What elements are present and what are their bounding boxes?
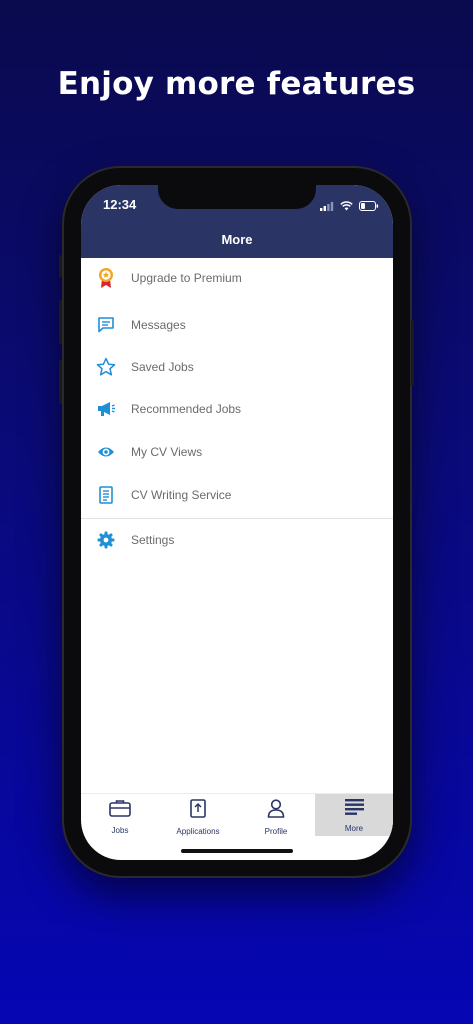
menu-item-label: Upgrade to Premium	[131, 271, 242, 285]
person-icon	[267, 799, 285, 823]
more-menu: Upgrade to Premium Messages Saved Jobs R…	[81, 258, 393, 561]
battery-icon	[359, 198, 379, 216]
navigation-bar: 12:34 More	[81, 185, 393, 258]
gear-icon	[96, 530, 116, 550]
tab-jobs[interactable]: Jobs	[81, 794, 159, 836]
menu-item-label: Messages	[131, 318, 186, 332]
menu-item-label: CV Writing Service	[131, 488, 232, 502]
document-icon	[96, 485, 116, 505]
wifi-icon	[340, 198, 353, 216]
tab-bar: Jobs Applications Profile More	[81, 793, 393, 836]
tab-more[interactable]: More	[315, 794, 393, 836]
phone-power-button	[411, 320, 414, 386]
megaphone-icon	[96, 399, 116, 419]
menu-item-upgrade-premium[interactable]: Upgrade to Premium	[81, 258, 393, 298]
phone-volume-up	[59, 300, 62, 344]
tab-label: Applications	[176, 827, 220, 836]
cellular-signal-icon	[320, 198, 334, 216]
chat-icon	[96, 315, 116, 335]
briefcase-icon	[109, 799, 131, 822]
app-screen: 12:34 More Upgrade to Premium Messages S…	[81, 185, 393, 860]
tab-applications[interactable]: Applications	[159, 794, 237, 836]
star-icon	[96, 357, 116, 377]
tab-profile[interactable]: Profile	[237, 794, 315, 836]
menu-item-my-cv-views[interactable]: My CV Views	[81, 430, 393, 474]
menu-item-messages[interactable]: Messages	[81, 304, 393, 346]
page-title: More	[221, 232, 253, 247]
medal-icon	[96, 268, 116, 288]
menu-lines-icon	[344, 799, 364, 820]
tab-label: More	[344, 824, 364, 833]
menu-item-recommended-jobs[interactable]: Recommended Jobs	[81, 388, 393, 430]
home-indicator	[181, 849, 293, 853]
status-icons	[320, 198, 379, 216]
menu-item-label: Recommended Jobs	[131, 402, 242, 416]
phone-notch	[158, 185, 316, 209]
menu-item-label: My CV Views	[131, 445, 203, 459]
menu-item-label: Saved Jobs	[131, 360, 194, 374]
upload-document-icon	[190, 799, 206, 823]
menu-item-settings[interactable]: Settings	[81, 519, 393, 561]
eye-icon	[96, 442, 116, 462]
menu-item-saved-jobs[interactable]: Saved Jobs	[81, 346, 393, 388]
menu-item-label: Settings	[131, 533, 175, 547]
menu-item-cv-writing-service[interactable]: CV Writing Service	[81, 474, 393, 516]
tab-label: Profile	[264, 827, 288, 836]
promo-headline: Enjoy more features	[57, 66, 416, 102]
tab-label: Jobs	[111, 826, 129, 835]
status-time: 12:34	[103, 197, 137, 212]
phone-volume-down	[59, 360, 62, 404]
phone-silent-switch	[59, 255, 62, 277]
